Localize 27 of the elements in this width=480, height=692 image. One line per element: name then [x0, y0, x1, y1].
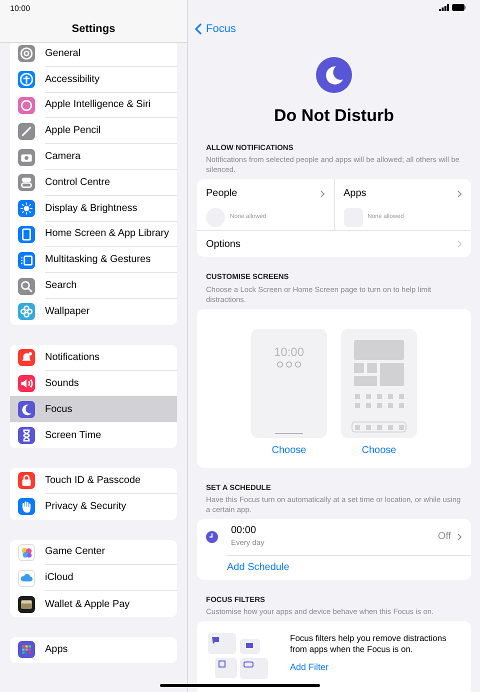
sidebar-title: Settings [70, 22, 116, 37]
dots-icon [276, 360, 302, 368]
status-time: 10:00 [10, 3, 30, 15]
chevron-right-icon [457, 190, 462, 198]
chevron-right-icon [457, 532, 462, 541]
add-filter-link[interactable]: Add Filter [290, 661, 329, 674]
signal-icon [439, 4, 449, 11]
schedule-time: 00:00 [231, 525, 258, 538]
add-schedule-link[interactable]: Add Schedule [227, 560, 290, 576]
chevron-right-icon [457, 240, 462, 248]
chevron-right-icon [320, 190, 324, 198]
schedule-state: Off [438, 530, 451, 544]
home-screen-preview[interactable] [341, 328, 417, 438]
moon-icon [316, 57, 352, 93]
filter-apps-drawing [208, 633, 268, 681]
battery-icon [452, 4, 466, 11]
back-button[interactable]: Focus [195, 21, 236, 38]
chevron-left-icon [195, 23, 202, 36]
lock-screen-time: 10:00 [274, 346, 304, 358]
focus-title: Do Not Disturb [274, 105, 394, 127]
clock-icon [206, 530, 218, 543]
choose-button[interactable]: Choose [362, 442, 396, 458]
sidebar-item[interactable]: Sounds [10, 370, 177, 396]
filters-description: Focus filters help you remove distractions from apps when the Focus is on. [290, 633, 448, 655]
sidebar-item[interactable]: Focus [10, 396, 177, 422]
options-row[interactable]: Options [197, 231, 471, 258]
choose-button[interactable]: Choose [272, 442, 306, 458]
